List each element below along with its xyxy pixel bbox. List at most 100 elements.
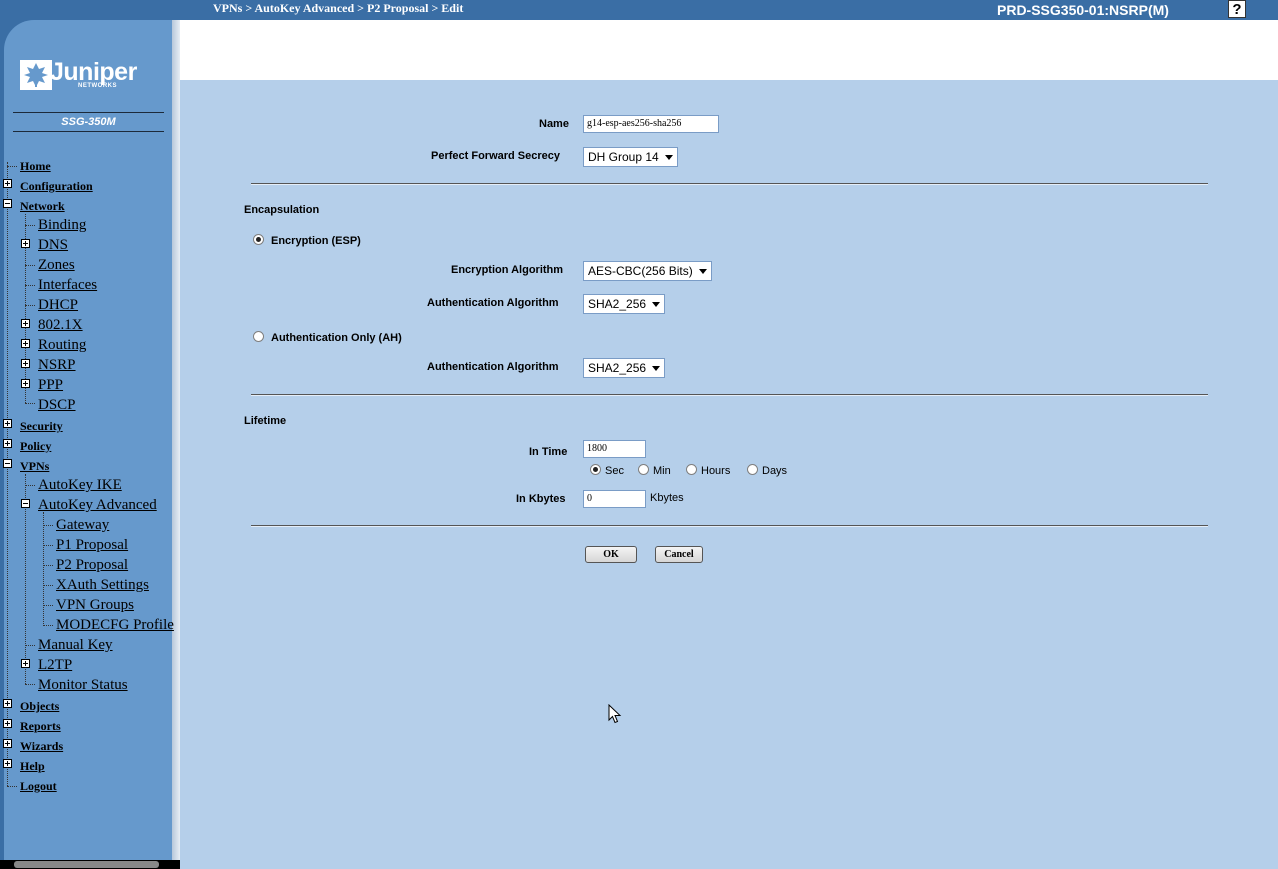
nav-objects[interactable]: Objects — [20, 699, 59, 714]
nav-interfaces[interactable]: Interfaces — [38, 277, 97, 294]
unit-min-radio[interactable] — [638, 464, 649, 475]
divider — [251, 183, 1208, 185]
esp-authentication-algorithm-value: SHA2_256 — [588, 297, 647, 311]
nav-help[interactable]: Help — [20, 759, 45, 774]
tree-branch — [25, 225, 35, 226]
nav-autokey-ike[interactable]: AutoKey IKE — [38, 477, 122, 494]
pfs-label: Perfect Forward Secrecy — [431, 150, 561, 162]
collapse-autokey-advanced-icon[interactable] — [21, 499, 30, 508]
unit-sec-label: Sec — [605, 465, 624, 477]
tree-branch — [25, 265, 35, 266]
expand-8021x-icon[interactable] — [21, 319, 30, 328]
help-button[interactable]: ? — [1228, 0, 1246, 18]
nav-8021x[interactable]: 802.1X — [38, 317, 83, 334]
nav-vpn-groups[interactable]: VPN Groups — [56, 597, 134, 614]
nav-dhcp[interactable]: DHCP — [38, 297, 78, 314]
nav-network[interactable]: Network — [20, 199, 65, 214]
unit-hours-radio[interactable] — [686, 464, 697, 475]
nav-xauth-settings[interactable]: XAuth Settings — [56, 577, 149, 594]
encryption-algorithm-value: AES-CBC(256 Bits) — [588, 264, 693, 278]
cancel-button[interactable]: Cancel — [655, 546, 703, 563]
mouse-pointer-icon — [608, 704, 622, 724]
expand-ppp-icon[interactable] — [21, 379, 30, 388]
logo-subtitle: NETWORKS — [78, 83, 117, 89]
nav-p2-proposal[interactable]: P2 Proposal — [56, 557, 128, 574]
expand-dns-icon[interactable] — [21, 239, 30, 248]
kbytes-unit-label: Kbytes — [650, 492, 684, 504]
ah-label: Authentication Only (AH) — [271, 332, 402, 344]
ah-radio[interactable] — [253, 331, 264, 342]
expand-nsrp-icon[interactable] — [21, 359, 30, 368]
sidebar-scrollbar-thumb[interactable] — [14, 861, 159, 868]
sidebar-divider — [172, 20, 180, 860]
collapse-vpns-icon[interactable] — [3, 459, 12, 468]
ah-authentication-algorithm-select[interactable]: SHA2_256 — [583, 358, 665, 378]
expand-routing-icon[interactable] — [21, 339, 30, 348]
nav-configuration[interactable]: Configuration — [20, 179, 93, 194]
chevron-down-icon — [699, 269, 707, 274]
encryption-algorithm-select[interactable]: AES-CBC(256 Bits) — [583, 261, 712, 281]
nav-vpns[interactable]: VPNs — [20, 459, 49, 474]
in-time-input[interactable]: 1800 — [583, 440, 646, 458]
expand-l2tp-icon[interactable] — [21, 659, 30, 668]
nav-routing[interactable]: Routing — [38, 337, 86, 354]
ok-button[interactable]: OK — [585, 546, 637, 563]
model-divider-top — [13, 112, 164, 113]
esp-radio[interactable] — [253, 234, 264, 245]
tree-line-root — [7, 162, 8, 786]
divider — [251, 525, 1208, 527]
pfs-select[interactable]: DH Group 14 — [583, 147, 678, 167]
nav-reports[interactable]: Reports — [20, 719, 61, 734]
nav-security[interactable]: Security — [20, 419, 63, 434]
tree-branch — [43, 565, 53, 566]
expand-policy-icon[interactable] — [3, 439, 12, 448]
nav-nsrp[interactable]: NSRP — [38, 357, 76, 374]
nav-autokey-advanced[interactable]: AutoKey Advanced — [38, 497, 157, 514]
unit-days-radio[interactable] — [747, 464, 758, 475]
tree-branch — [25, 305, 35, 306]
chevron-down-icon — [652, 366, 660, 371]
divider — [251, 394, 1208, 396]
expand-help-icon[interactable] — [3, 759, 12, 768]
tree-branch — [25, 684, 35, 685]
encapsulation-heading: Encapsulation — [244, 204, 320, 216]
nav-modecfg-profile[interactable]: MODECFG Profile — [56, 617, 180, 634]
unit-sec-radio[interactable] — [590, 464, 601, 475]
breadcrumb: VPNs > AutoKey Advanced > P2 Proposal > … — [213, 1, 464, 15]
nav-binding[interactable]: Binding — [38, 217, 86, 234]
name-input[interactable]: g14-esp-aes256-sha256 — [583, 115, 719, 133]
tree-branch — [25, 645, 35, 646]
tree-branch — [43, 625, 53, 626]
expand-security-icon[interactable] — [3, 419, 12, 428]
tree-branch — [25, 403, 35, 404]
nav-policy[interactable]: Policy — [20, 439, 51, 454]
esp-authentication-algorithm-select[interactable]: SHA2_256 — [583, 294, 665, 314]
nav-ppp[interactable]: PPP — [38, 377, 63, 394]
tree-branch — [25, 285, 35, 286]
expand-objects-icon[interactable] — [3, 699, 12, 708]
nav-home[interactable]: Home — [20, 159, 51, 174]
tree-branch — [25, 485, 35, 486]
expand-configuration-icon[interactable] — [3, 179, 12, 188]
nav-p1-proposal[interactable]: P1 Proposal — [56, 537, 128, 554]
expand-reports-icon[interactable] — [3, 719, 12, 728]
in-kbytes-label: In Kbytes — [516, 493, 566, 505]
nav-wizards[interactable]: Wizards — [20, 739, 63, 754]
collapse-network-icon[interactable] — [3, 199, 12, 208]
ah-authentication-algorithm-label: Authentication Algorithm — [427, 361, 559, 373]
expand-wizards-icon[interactable] — [3, 739, 12, 748]
in-time-label: In Time — [529, 446, 568, 458]
unit-hours-label: Hours — [701, 465, 731, 477]
nav-monitor-status[interactable]: Monitor Status — [38, 677, 128, 694]
tree-branch — [43, 585, 53, 586]
nav-dns[interactable]: DNS — [38, 237, 68, 254]
tree-branch — [43, 605, 53, 606]
nav-manual-key[interactable]: Manual Key — [38, 637, 113, 654]
unit-min-label: Min — [653, 465, 671, 477]
nav-zones[interactable]: Zones — [38, 257, 75, 274]
in-kbytes-input[interactable]: 0 — [583, 490, 646, 508]
nav-gateway[interactable]: Gateway — [56, 517, 109, 534]
nav-logout[interactable]: Logout — [20, 779, 57, 794]
nav-l2tp[interactable]: L2TP — [38, 657, 72, 674]
nav-dscp[interactable]: DSCP — [38, 397, 76, 414]
